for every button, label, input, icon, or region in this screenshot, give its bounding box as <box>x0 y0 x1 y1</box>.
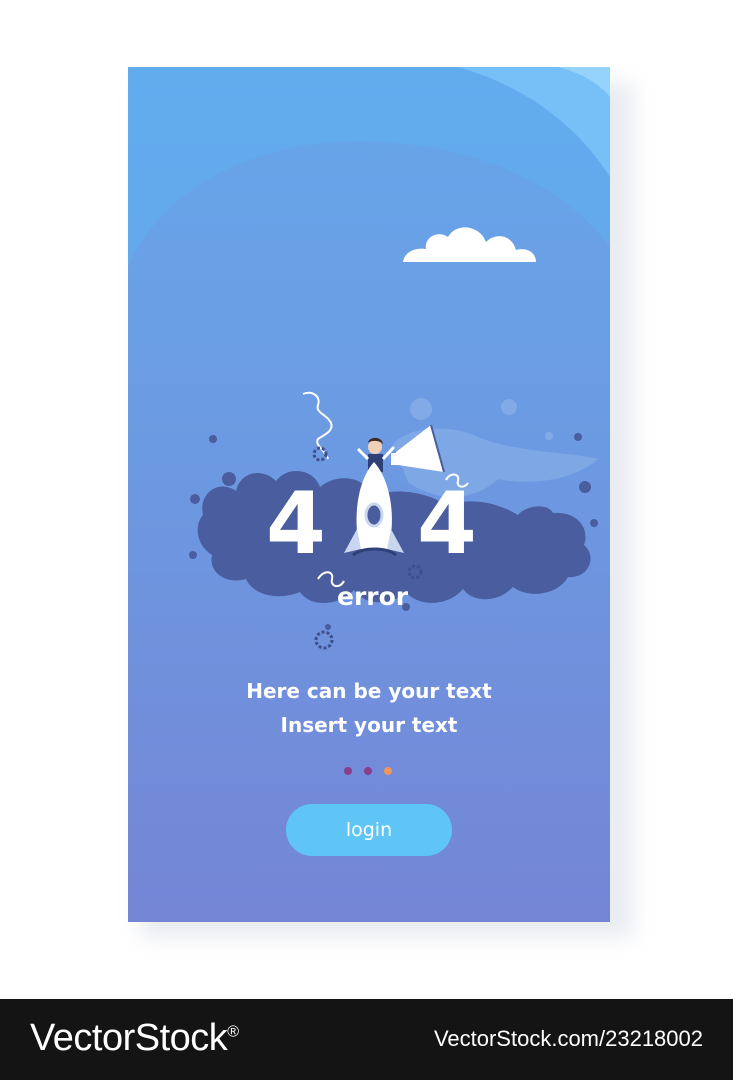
background-art <box>128 67 610 650</box>
page-dot[interactable] <box>344 767 352 775</box>
brand-logo: VectorStock® <box>30 1017 239 1060</box>
error-code-last-digit: 4 <box>417 474 477 574</box>
image-id: VectorStock.com/23218002 <box>433 1026 703 1051</box>
phone-screen: 4 4 error Here can be your text Insert y… <box>128 67 610 922</box>
registered-mark: ® <box>227 1023 239 1041</box>
page-dot-active[interactable] <box>384 767 392 775</box>
login-button[interactable]: login <box>286 804 452 856</box>
message-line-1: Here can be your text <box>246 679 492 703</box>
error-word: error <box>337 582 409 611</box>
brand-name: VectorStock <box>30 1017 228 1059</box>
message-line-2: Insert your text <box>280 713 458 737</box>
page-dot[interactable] <box>364 767 372 775</box>
error-code-first-digit: 4 <box>266 474 326 574</box>
spring-icon <box>302 391 333 460</box>
page-indicator <box>344 767 392 775</box>
watermark-footer: VectorStock® VectorStock.com/23218002 <box>0 999 733 1080</box>
cloud-icon <box>403 227 536 262</box>
